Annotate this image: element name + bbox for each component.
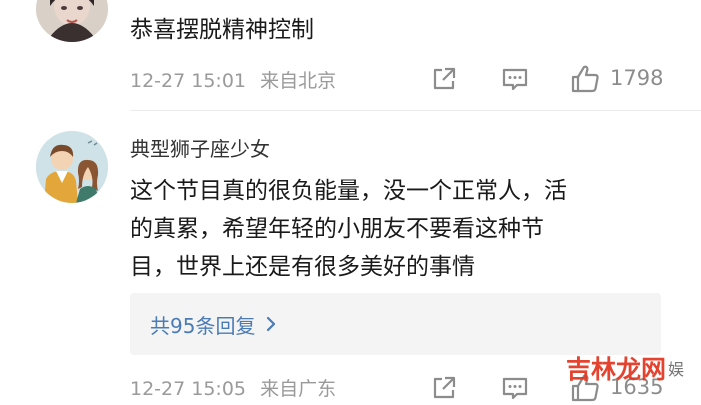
- like-button[interactable]: [568, 62, 602, 96]
- share-icon: [433, 376, 456, 399]
- comment-line: 目，世界上还是有很多美好的事情: [130, 254, 475, 280]
- comment-text: 这个节目真的很负能量，没一个正常人，活 的真累，希望年轻的小朋友不要看这种节 目…: [130, 172, 675, 286]
- comment-time: 12-27 15:05: [130, 378, 247, 400]
- comment-button[interactable]: [500, 64, 530, 94]
- comment-meta: 12-27 15:01 来自北京: [130, 66, 336, 93]
- comment-feed: 恭喜摆脱精神控制 12-27 15:01 来自北京 1798 典型狮子座少女 这…: [0, 0, 701, 405]
- chevron-right-icon: [265, 315, 277, 333]
- replies-label: 共95条回复: [150, 313, 256, 338]
- comment-time: 12-27 15:01: [130, 70, 247, 92]
- share-button[interactable]: [429, 64, 459, 94]
- like-count: 1798: [610, 66, 664, 90]
- comment-line: 这个节目真的很负能量，没一个正常人，活: [130, 178, 567, 204]
- comment-line: 的真累，希望年轻的小朋友不要看这种节: [130, 216, 544, 242]
- view-replies-link[interactable]: 共95条回复: [150, 310, 277, 339]
- watermark-logo: 吉林龙网 娱: [566, 348, 684, 388]
- comment-location: 来自广东: [260, 378, 337, 400]
- comment-text: 恭喜摆脱精神控制: [130, 17, 314, 43]
- share-button[interactable]: [429, 373, 459, 403]
- comment-location: 来自北京: [260, 70, 337, 92]
- comment-icon: [502, 68, 528, 91]
- comment-icon: [502, 377, 528, 400]
- avatar[interactable]: [36, 0, 108, 42]
- thumbs-up-icon: [571, 65, 599, 93]
- username[interactable]: 典型狮子座少女: [130, 133, 270, 162]
- share-icon: [433, 67, 456, 90]
- replies-panel[interactable]: 共95条回复: [130, 293, 661, 355]
- comment-meta: 12-27 15:05 来自广东: [130, 374, 336, 401]
- comment-button[interactable]: [500, 373, 530, 403]
- watermark-text: 吉林龙网: [566, 355, 667, 384]
- watermark-suffix: 娱: [668, 360, 685, 379]
- avatar[interactable]: [36, 131, 108, 203]
- comment-divider: [130, 110, 701, 111]
